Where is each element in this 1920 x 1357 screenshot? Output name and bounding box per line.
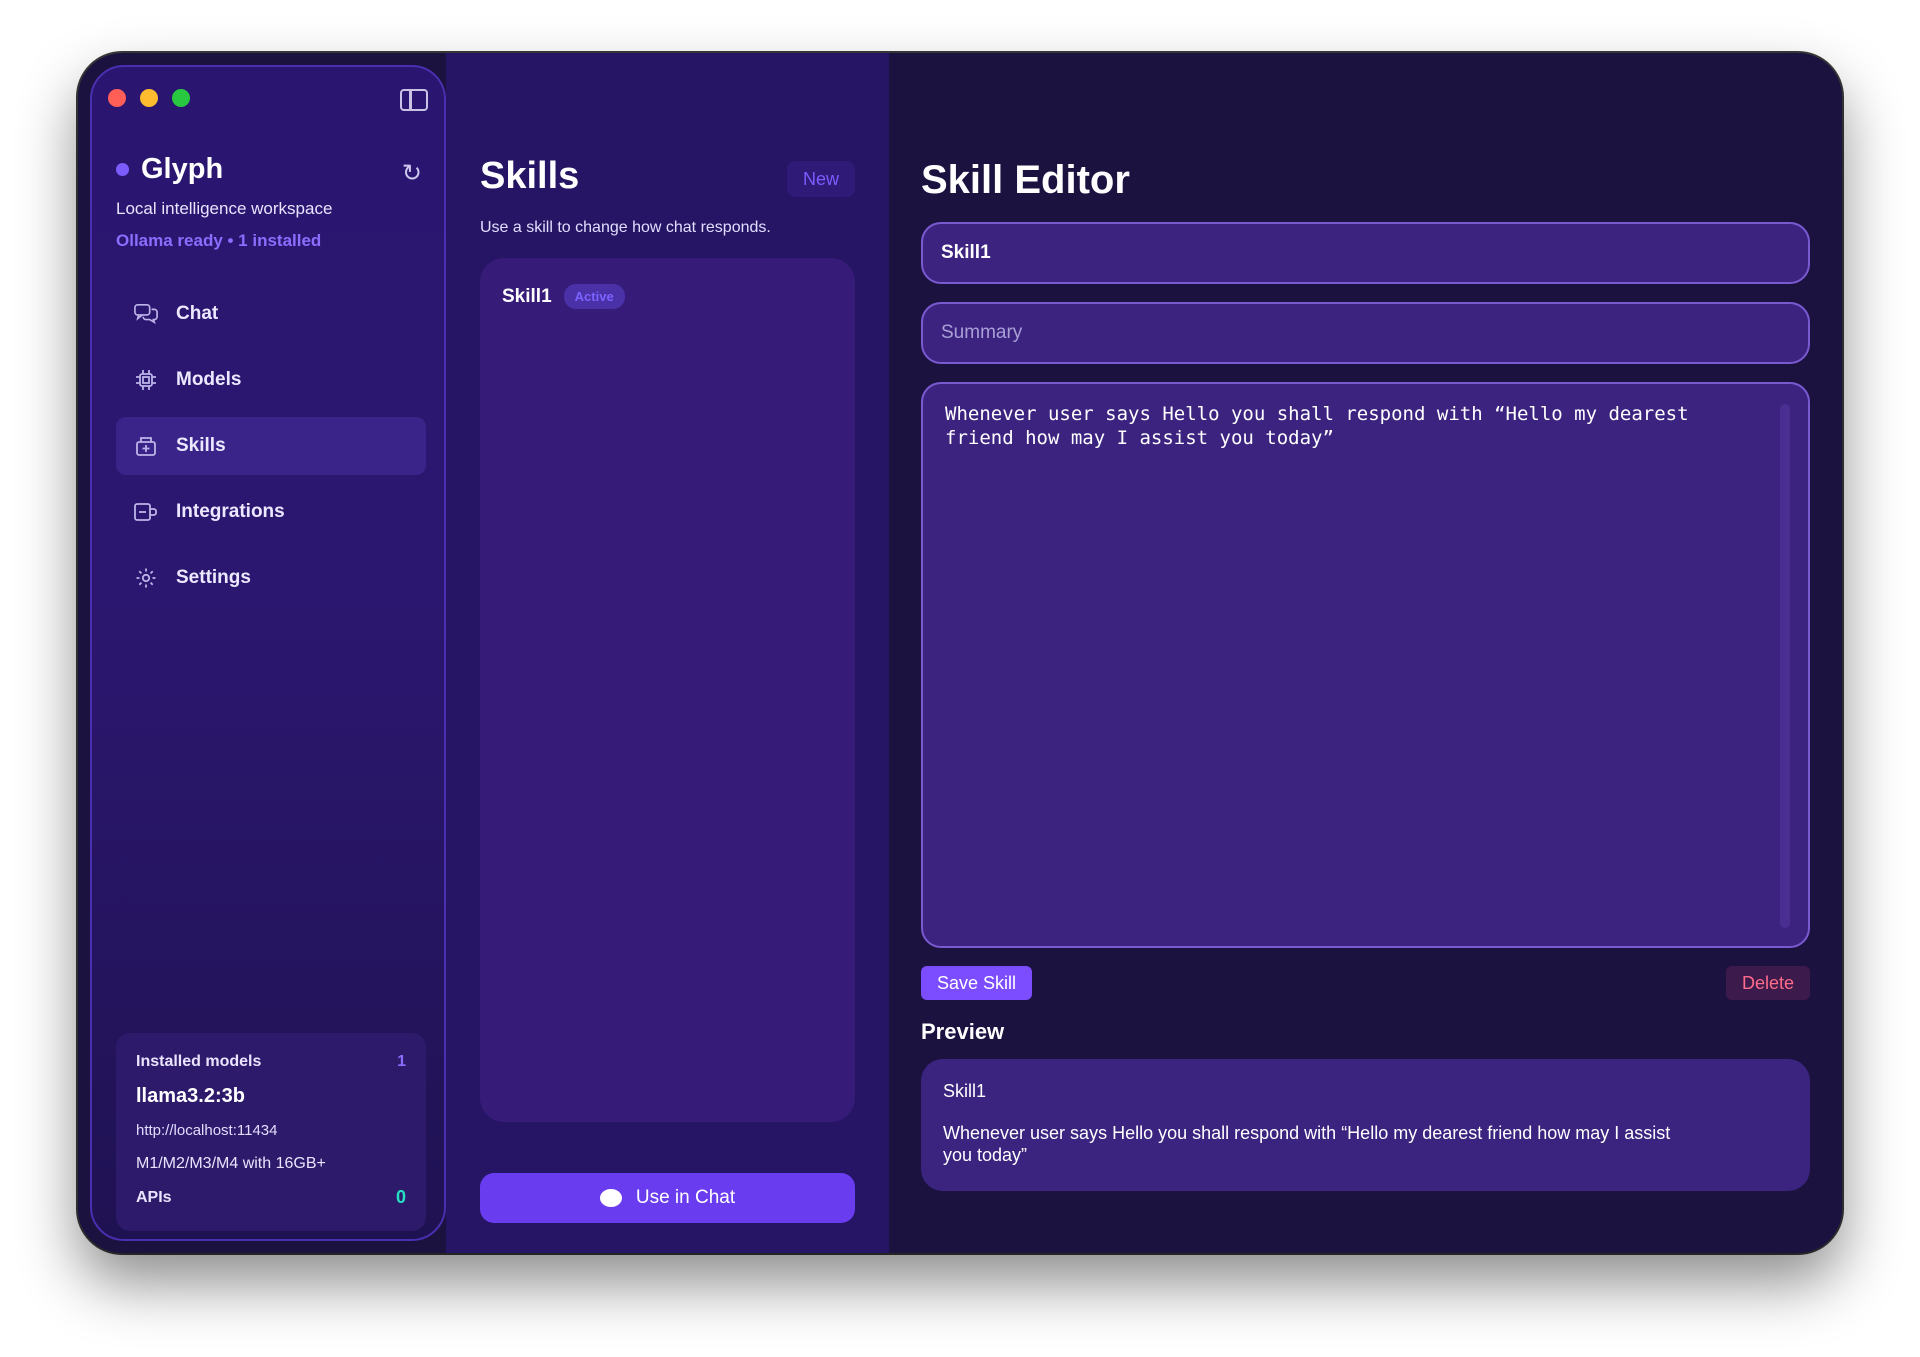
brand-dot-icon (116, 163, 129, 176)
summary-field[interactable]: Summary (921, 302, 1810, 364)
sidebar-item-settings[interactable]: Settings (116, 549, 426, 607)
skills-title: Skills (480, 155, 580, 197)
sidebar-item-label: Skills (176, 435, 226, 456)
skills-panel: Skills New Use a skill to change how cha… (446, 53, 889, 1253)
use-in-chat-button[interactable]: Use in Chat (480, 1173, 855, 1223)
preview-skill-name: Skill1 (943, 1081, 987, 1101)
sidebar-item-label: Settings (176, 567, 251, 588)
page-title: Skill Editor (921, 158, 1130, 202)
model-url: http://localhost:11434 (136, 1122, 278, 1139)
skill-body-text: Whenever user says Hello you shall respo… (945, 403, 1689, 449)
sidebar-item-label: Integrations (176, 501, 285, 522)
list-item[interactable]: Skill1 Active (502, 284, 625, 309)
installed-models-count: 1 (397, 1053, 406, 1070)
preview-skill-body: Whenever user says Hello you shall respo… (943, 1123, 1671, 1165)
use-in-chat-label: Use in Chat (635, 1187, 736, 1208)
gear-icon (134, 566, 158, 590)
skills-list: Skill1 Active (480, 258, 855, 1122)
sidebar-item-chat[interactable]: Chat (116, 285, 426, 343)
skill-body-textarea[interactable]: Whenever user says Hello you shall respo… (921, 382, 1810, 948)
preview-card: Skill1 Whenever user says Hello you shal… (921, 1059, 1810, 1191)
chat-bubble-icon (599, 1189, 622, 1207)
save-skill-button[interactable]: Save Skill (921, 966, 1033, 1000)
apis-count: 0 (395, 1187, 406, 1207)
close-window-button[interactable] (108, 89, 126, 107)
installed-models-heading: Installed models (136, 1053, 262, 1070)
sidebar-item-skills[interactable]: Skills (116, 417, 426, 475)
sidebar: Glyph ↻ Local intelligence workspace Oll… (90, 65, 446, 1241)
preview-heading: Preview (921, 1019, 1005, 1044)
sidebar-item-integrations[interactable]: Integrations (116, 483, 426, 541)
minimize-window-button[interactable] (140, 89, 158, 107)
status-badge: Active (563, 284, 625, 309)
installed-models-card: Installed models 1 llama3.2:3b http://lo… (116, 1033, 426, 1231)
window-controls (108, 89, 190, 107)
chip-icon (134, 368, 158, 392)
skill-name-field[interactable]: Skill1 (921, 222, 1810, 284)
delete-button[interactable]: Delete (1725, 966, 1810, 1000)
sidebar-item-label: Chat (176, 303, 219, 324)
skill-name: Skill1 (502, 285, 552, 307)
sidebar-item-models[interactable]: Models (116, 351, 426, 409)
sidebar-item-label: Models (176, 369, 242, 390)
refresh-icon[interactable]: ↻ (402, 159, 422, 188)
new-skill-button[interactable]: New (787, 161, 855, 197)
zoom-window-button[interactable] (172, 89, 190, 107)
apis-label: APIs (136, 1188, 172, 1206)
app-window: Glyph ↻ Local intelligence workspace Oll… (78, 53, 1842, 1253)
sidebar-nav: Chat Models Skills Integrations Settings (116, 285, 426, 615)
tagline: Local intelligence workspace (116, 199, 333, 218)
sidebar-toggle-icon[interactable] (400, 89, 428, 111)
brand-name: Glyph (141, 153, 224, 185)
skills-icon (134, 434, 158, 458)
skill-editor-panel: Skill Editor Skill1 Summary Whenever use… (889, 53, 1842, 1253)
chat-icon (134, 302, 158, 326)
skills-subtitle: Use a skill to change how chat responds. (480, 219, 771, 236)
integrations-icon (134, 500, 158, 524)
hardware-requirements: M1/M2/M3/M4 with 16GB+ (136, 1155, 326, 1172)
scrollbar[interactable] (1780, 404, 1790, 928)
status-text: Ollama ready • 1 installed (116, 231, 322, 250)
brand: Glyph (116, 153, 223, 186)
model-name: llama3.2:3b (136, 1085, 245, 1107)
